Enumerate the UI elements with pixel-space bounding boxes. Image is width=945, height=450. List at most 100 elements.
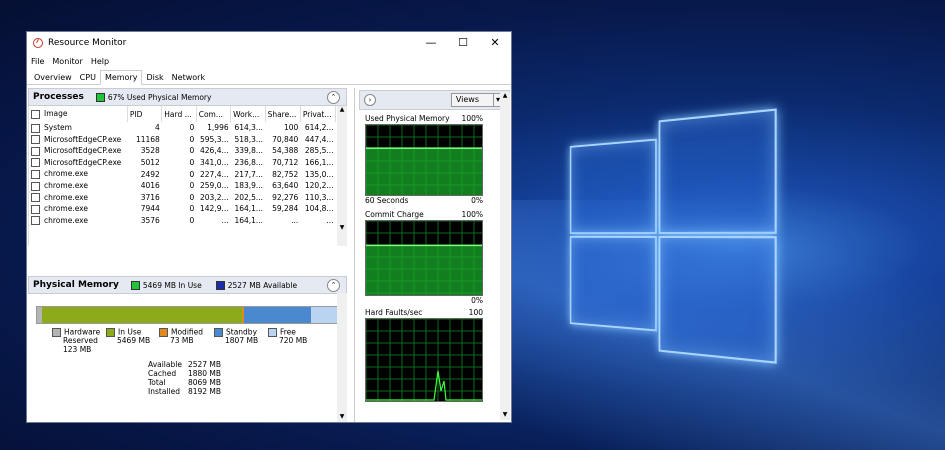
collapse-processes-button[interactable]: ⌃ [327,91,340,104]
graph-duration: 60 Seconds [365,196,409,205]
table-cell: 426,4... [200,146,229,156]
processes-title: Processes [33,92,84,102]
tab-disk[interactable]: Disk [142,71,167,84]
table-row[interactable]: MicrosoftEdgeCP.exe 3528 0 426,4... 339,8...… [29,145,336,157]
graph-hard-faults: Hard Faults/sec100 0 [365,308,483,412]
resource-monitor-icon [33,38,43,48]
memory-stats: Available 2527 MB Cached 1880 MB Total 8069… [148,360,227,396]
table-row[interactable]: MicrosoftEdgeCP.exe 11168 0 595,3... 518,3..… [29,134,336,146]
tab-network[interactable]: Network [168,71,209,84]
table-cell: 236,8... [234,158,264,168]
table-cell: 2492 [140,169,160,179]
row-checkbox[interactable] [31,169,40,179]
scroll-down-arrow[interactable]: ▼ [337,413,347,420]
processes-scrollbar[interactable]: ▲ ▼ [337,106,347,246]
table-cell: 259,0... [200,181,229,191]
tab-cpu[interactable]: CPU [76,71,100,84]
menu-bar: File Monitor Help [27,54,511,69]
maximize-button[interactable]: ☐ [447,32,479,54]
tab-memory[interactable]: Memory [99,70,143,85]
stat-label: Total [148,378,166,387]
column-pid[interactable]: PID [127,106,163,122]
column-working-set[interactable]: Work... [230,106,266,122]
column-private[interactable]: Privat... [300,106,337,122]
table-cell: chrome.exe [29,192,127,204]
table-cell: ... [221,216,229,226]
row-checkbox[interactable] [31,146,40,156]
legend-in-use: In Use 5469 MB [106,328,150,346]
table-cell: 3576 [140,216,160,226]
graphs-scrollbar[interactable]: ▲ ▼ [500,92,510,420]
column-commit[interactable]: Com... [196,106,232,122]
table-cell: 110,3... [304,192,334,202]
table-cell: 70,712 [272,158,299,168]
left-pane: Processes 67% Used Physical Memory ⌃ Ima… [28,88,347,422]
processes-table: Image PID Hard ... Com... Work... Share.… [29,106,337,227]
graph-used-physical-memory: Used Physical Memory 100% 60 Seconds 0% [365,114,483,206]
processes-header[interactable]: Processes 67% Used Physical Memory ⌃ [28,88,347,106]
row-checkbox[interactable] [31,216,40,226]
column-hard-faults[interactable]: Hard ... [161,106,197,122]
collapse-physical-memory-button[interactable]: ⌃ [327,279,340,292]
in-use-swatch [130,280,140,290]
table-cell: 341,0... [200,158,229,168]
row-checkbox[interactable] [31,158,40,168]
table-row[interactable]: System 4 0 1,996 614,3... 100 614,2... [29,122,336,134]
table-cell: 0 [189,158,195,168]
title-bar: Resource Monitor — ☐ ✕ [27,32,511,54]
table-cell: chrome.exe [29,215,127,227]
scroll-down-arrow[interactable]: ▼ [337,224,347,231]
select-all-checkbox[interactable] [31,109,40,119]
scroll-up-arrow[interactable]: ▲ [500,92,510,99]
table-row[interactable]: chrome.exe 4016 0 259,0... 183,9... 63,640 120… [29,180,336,192]
table-cell: 0 [189,134,195,144]
row-checkbox[interactable] [31,123,40,133]
table-row[interactable]: chrome.exe 2492 0 227,4... 217,7... 82,752 135… [29,168,336,180]
stat-value: 8192 MB [187,387,222,396]
table-cell: 0 [189,192,195,202]
table-cell: 70,840 [272,134,299,144]
table-row[interactable]: chrome.exe 3716 0 203,2... 202,5... 92,276 110… [29,192,336,204]
column-image[interactable]: Image [29,106,128,122]
table-cell: 11168 [135,134,160,144]
usage-area [366,245,482,295]
scroll-down-arrow[interactable]: ▼ [500,411,510,418]
menu-help[interactable]: Help [91,57,109,66]
table-cell: 164,1... [234,204,264,214]
row-checkbox[interactable] [31,193,40,203]
table-cell: 166,1... [304,158,334,168]
table-cell: 339,8... [234,146,264,156]
table-cell: 164,1... [234,216,264,226]
column-shareable[interactable]: Share... [265,106,301,122]
table-cell: 3716 [140,192,160,202]
physical-memory-scrollbar[interactable]: ▼ [337,293,347,422]
minimize-button[interactable]: — [415,32,447,54]
menu-file[interactable]: File [31,57,44,66]
row-checkbox[interactable] [31,135,40,145]
table-cell: 614,3... [234,123,264,133]
table-row[interactable]: chrome.exe 7944 0 142,9... 164,1... 59,284 104… [29,203,336,215]
scroll-up-arrow[interactable]: ▲ [337,106,347,113]
table-cell: MicrosoftEdgeCP.exe [29,145,127,157]
tab-overview[interactable]: Overview [30,71,76,84]
graph-max: 100 [468,308,483,317]
table-row[interactable]: chrome.exe 3576 0... 164,1......... [29,215,336,227]
graph-max: 100% [461,114,483,123]
hard-faults-line [366,370,482,401]
expand-collapse-icon[interactable]: › [364,94,376,106]
windows-logo [569,108,777,364]
views-dropdown[interactable]: Views ▾ [450,93,505,107]
row-checkbox[interactable] [31,181,40,191]
menu-monitor[interactable]: Monitor [52,57,82,66]
table-cell: 202,5... [234,192,264,202]
graph-title: Used Physical Memory [365,114,450,123]
usage-area [366,148,482,195]
table-cell: 183,9... [234,181,264,191]
legend-modified: Modified 73 MB [159,328,203,346]
close-button[interactable]: ✕ [479,32,511,54]
in-use-summary: 5469 MB In Use [142,280,202,290]
physical-memory-title: Physical Memory [33,280,119,290]
table-row[interactable]: MicrosoftEdgeCP.exe 5012 0 341,0... 236,8...… [29,157,336,169]
row-checkbox[interactable] [31,204,40,214]
physical-memory-header[interactable]: Physical Memory 5469 MB In Use 2527 MB A… [28,276,347,294]
